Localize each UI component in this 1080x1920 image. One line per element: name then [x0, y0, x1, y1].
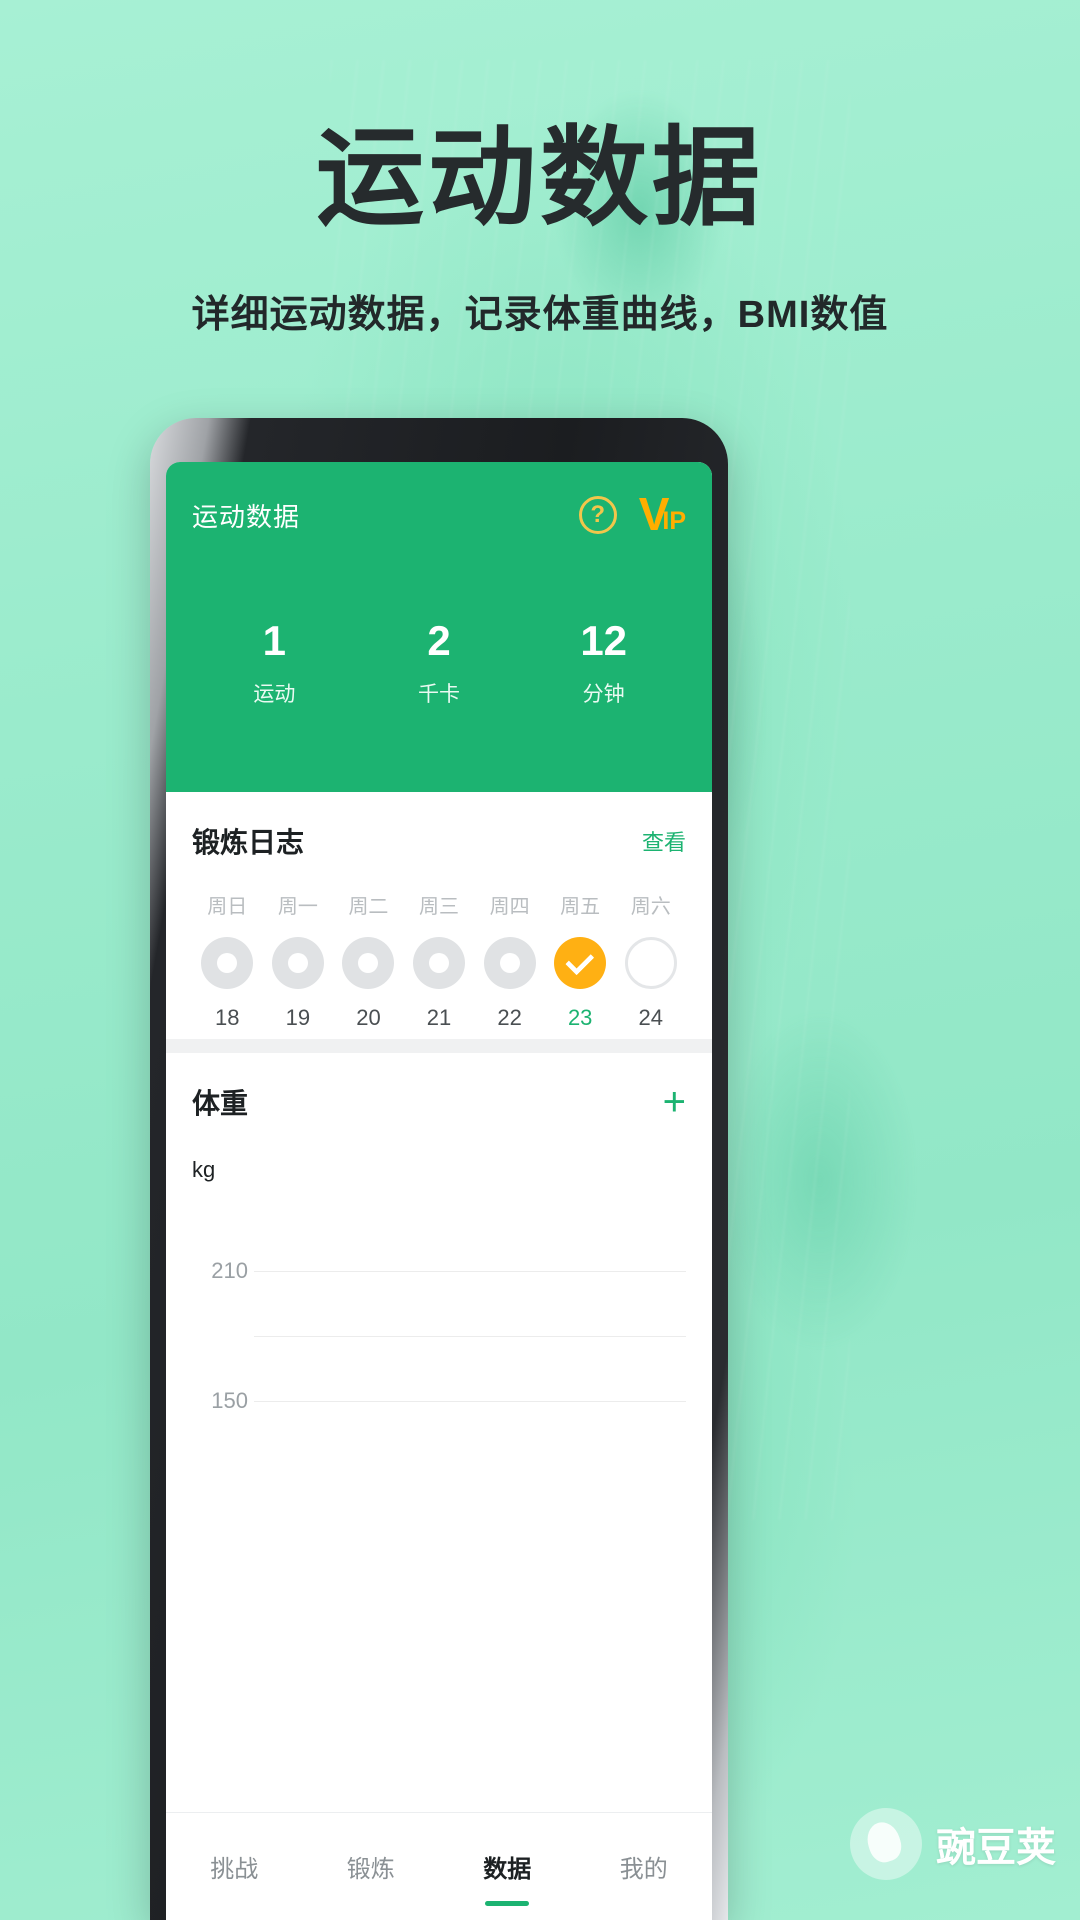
stat-minutes: 12 分钟 [521, 620, 686, 708]
gridline-150 [254, 1401, 686, 1402]
nav-tab-data[interactable]: 数据 [439, 1849, 576, 1884]
day-number-monday: 19 [285, 1005, 311, 1030]
stat-minutes-label: 分钟 [582, 683, 625, 706]
section-divider [166, 1039, 712, 1053]
day-column-tuesday[interactable]: 周二 20 [333, 890, 404, 1031]
phone-mockup-frame: 运动数据 ? V IP 1 运动 2 千卡 12 分钟 锻炼日志 查看 周日 1… [150, 418, 728, 1920]
weight-chart: kg 210 150 [166, 1157, 712, 1487]
phone-screen: 运动数据 ? V IP 1 运动 2 千卡 12 分钟 锻炼日志 查看 周日 1… [166, 462, 712, 1920]
day-name-saturday: 周六 [630, 896, 671, 918]
weight-card: 体重 + [166, 1053, 712, 1151]
day-column-wednesday[interactable]: 周三 21 [404, 890, 475, 1031]
day-name-thursday: 周四 [489, 896, 530, 918]
day-status-ring-saturday[interactable] [624, 937, 677, 989]
watermark: 豌豆荚 [850, 1808, 1056, 1880]
add-weight-button[interactable]: + [663, 1082, 686, 1122]
day-status-ring-monday[interactable] [271, 937, 324, 989]
watermark-text: 豌豆荚 [936, 1826, 1056, 1870]
day-status-ring-wednesday[interactable] [413, 937, 466, 989]
pea-pod-logo-icon [850, 1808, 922, 1880]
weight-chart-unit-label: kg [192, 1157, 216, 1182]
day-number-wednesday: 21 [426, 1005, 452, 1030]
nav-tab-profile[interactable]: 我的 [576, 1849, 713, 1884]
app-header: 运动数据 ? V IP 1 运动 2 千卡 12 分钟 [166, 462, 712, 792]
exercise-log-view-button[interactable]: 查看 [642, 825, 686, 857]
day-column-thursday[interactable]: 周四 22 [474, 890, 545, 1031]
stat-calories-value: 2 [427, 617, 451, 664]
day-number-thursday: 22 [497, 1005, 522, 1030]
question-circle-icon[interactable]: ? [578, 496, 617, 534]
day-column-monday[interactable]: 周一 19 [263, 890, 334, 1031]
poster-subtitle: 详细运动数据，记录体重曲线，BMI数值 [191, 294, 889, 336]
exercise-log-title: 锻炼日志 [192, 827, 305, 858]
week-day-row: 周日 18 周一 19 周二 20 周三 21 周四 22 周五 23 周六 2… [192, 890, 686, 1039]
poster-title: 运动数据 [315, 117, 764, 238]
stat-workouts: 1 运动 [192, 620, 357, 708]
app-topbar: 运动数据 ? V IP [192, 488, 686, 542]
stat-calories-label: 千卡 [418, 683, 460, 706]
day-number-saturday: 24 [638, 1005, 663, 1030]
gridline-label-150: 150 [211, 1388, 248, 1413]
vip-badge-ip: IP [662, 507, 686, 536]
day-name-monday: 周一 [277, 896, 318, 918]
bottom-navigation-bar: 挑战 锻炼 数据 我的 [166, 1812, 712, 1920]
day-name-sunday: 周日 [207, 896, 248, 918]
nav-tab-challenge[interactable]: 挑战 [166, 1849, 303, 1884]
day-name-wednesday: 周三 [419, 896, 460, 918]
day-status-ring-tuesday[interactable] [342, 937, 395, 989]
weight-card-title: 体重 [192, 1088, 249, 1119]
day-column-sunday[interactable]: 周日 18 [192, 890, 263, 1031]
nav-tab-workout[interactable]: 锻炼 [303, 1849, 440, 1884]
weight-chart-plot: 210 150 [192, 1201, 686, 1451]
stat-workouts-value: 1 [262, 617, 287, 664]
day-number-friday: 23 [567, 1005, 593, 1030]
stat-calories: 2 千卡 [357, 620, 522, 708]
day-status-check-icon-friday[interactable] [554, 937, 607, 989]
day-number-tuesday: 20 [356, 1005, 381, 1030]
day-name-tuesday: 周二 [348, 896, 389, 918]
stat-minutes-value: 12 [580, 617, 628, 664]
stat-workouts-label: 运动 [253, 683, 296, 706]
topbar-actions: ? V IP [578, 491, 686, 537]
weight-card-header: 体重 + [192, 1053, 686, 1151]
day-status-ring-sunday[interactable] [201, 937, 254, 989]
app-title: 运动数据 [192, 501, 301, 532]
gridline-180 [254, 1336, 686, 1337]
day-name-friday: 周五 [560, 896, 601, 918]
gridline-label-210: 210 [211, 1258, 248, 1283]
exercise-log-card: 锻炼日志 查看 周日 18 周一 19 周二 20 周三 21 周四 22 周五… [166, 792, 712, 1039]
vip-badge-icon[interactable]: V IP [639, 491, 686, 537]
day-status-ring-thursday[interactable] [483, 937, 536, 989]
exercise-log-header: 锻炼日志 查看 [192, 792, 686, 890]
day-number-sunday: 18 [215, 1005, 240, 1030]
day-column-saturday[interactable]: 周六 24 [615, 890, 686, 1031]
gridline-210 [254, 1271, 686, 1272]
day-column-friday[interactable]: 周五 23 [545, 890, 616, 1031]
stats-summary-row: 1 运动 2 千卡 12 分钟 [192, 620, 686, 708]
